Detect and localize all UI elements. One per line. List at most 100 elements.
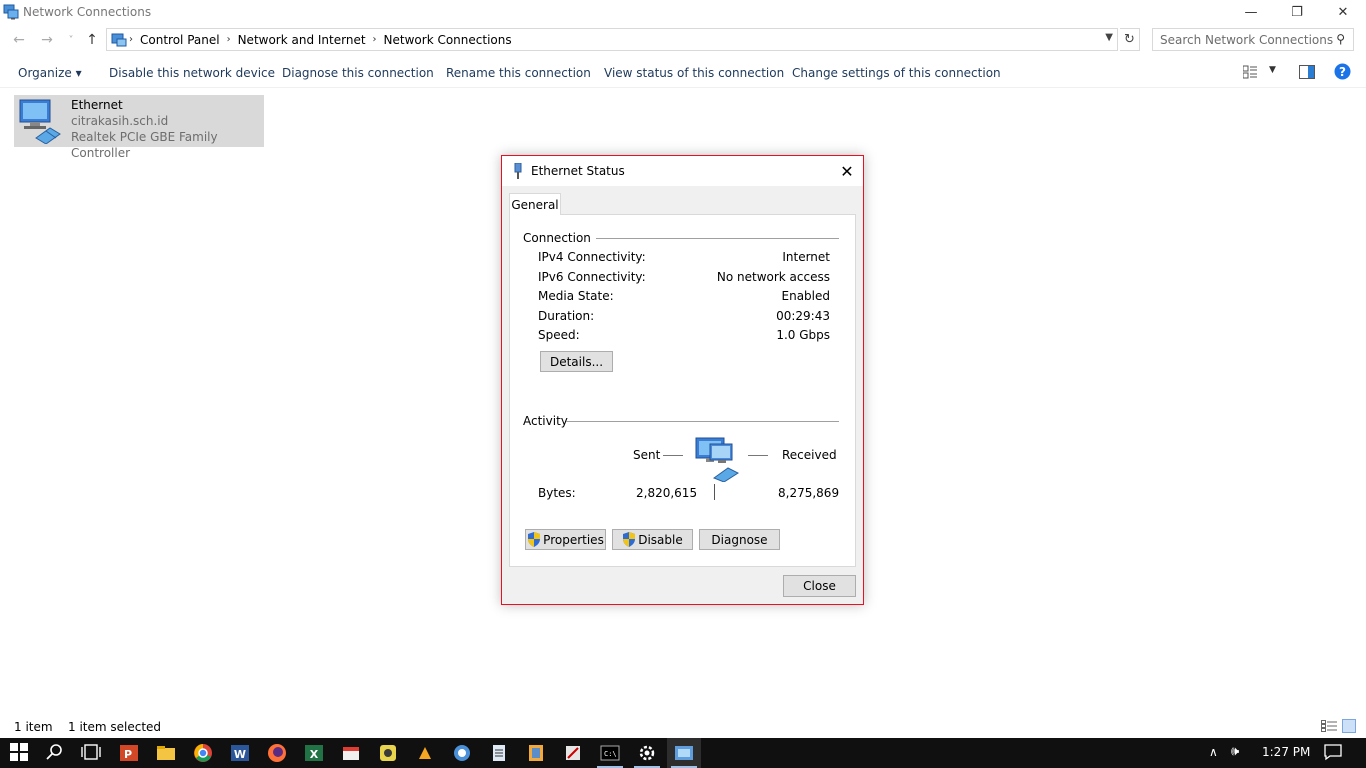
selected-count: 1 item selected bbox=[68, 720, 162, 734]
row-label: Media State: bbox=[538, 289, 614, 303]
network-activity-icon bbox=[694, 436, 744, 483]
sent-label: Sent bbox=[633, 448, 661, 462]
action-center-icon[interactable] bbox=[1324, 743, 1344, 763]
chrome-icon[interactable] bbox=[193, 743, 213, 763]
app-icon[interactable] bbox=[563, 743, 583, 763]
app-icon[interactable] bbox=[526, 743, 546, 763]
app-icon[interactable] bbox=[415, 743, 435, 763]
uac-shield-icon bbox=[528, 532, 541, 547]
row-value: Enabled bbox=[781, 289, 831, 303]
activity-group-label: Activity bbox=[523, 414, 568, 428]
disable-button[interactable]: Disable bbox=[612, 529, 693, 550]
row-value: No network access bbox=[716, 270, 830, 284]
dialog-titlebar: Ethernet Status ✕ bbox=[502, 156, 863, 186]
breadcrumb-network-connections[interactable]: Network Connections bbox=[384, 33, 512, 47]
show-hidden-icons-button[interactable]: ∧ bbox=[1209, 745, 1218, 759]
view-status-button[interactable]: View status of this connection bbox=[604, 66, 784, 80]
up-button[interactable]: ↑ bbox=[83, 30, 101, 50]
properties-button[interactable]: Properties bbox=[525, 529, 606, 550]
row-value: 00:29:43 bbox=[776, 309, 830, 323]
windows-start-icon[interactable] bbox=[10, 743, 30, 763]
change-settings-button[interactable]: Change settings of this connection bbox=[792, 66, 1001, 80]
view-dropdown-icon[interactable]: ▼ bbox=[1269, 65, 1276, 75]
app-icon[interactable] bbox=[341, 743, 361, 763]
connection-group-label: Connection bbox=[523, 231, 591, 245]
disable-label: Disable bbox=[638, 532, 683, 547]
properties-label: Properties bbox=[543, 532, 604, 547]
svg-text:?: ? bbox=[1339, 65, 1346, 79]
forward-button[interactable]: → bbox=[38, 30, 56, 50]
ethernet-plug-icon bbox=[513, 162, 523, 179]
search-icon: ⚲ bbox=[1336, 32, 1345, 46]
tab-general[interactable]: General bbox=[509, 193, 561, 215]
app-icon[interactable] bbox=[452, 743, 472, 763]
breadcrumb-control-panel[interactable]: Control Panel bbox=[140, 33, 220, 47]
view-options-icon[interactable] bbox=[1242, 65, 1257, 79]
settings-gear-icon[interactable] bbox=[637, 743, 657, 763]
window-title: Network Connections bbox=[23, 5, 152, 19]
address-bar[interactable]: › Control Panel › Network and Internet ›… bbox=[106, 28, 1118, 51]
search-placeholder: Search Network Connections bbox=[1160, 32, 1334, 47]
breadcrumb-separator: › bbox=[226, 34, 231, 45]
restore-button[interactable]: ❐ bbox=[1274, 0, 1320, 24]
bytes-received-value: 8,275,869 bbox=[778, 486, 840, 500]
row-ipv6: IPv6 Connectivity: No network access bbox=[538, 270, 830, 284]
minimize-button[interactable]: — bbox=[1228, 0, 1274, 24]
list-item-ethernet[interactable]: Ethernet citrakasih.sch.id Realtek PCIe … bbox=[14, 95, 264, 160]
control-panel-icon bbox=[111, 32, 127, 48]
sent-line bbox=[663, 455, 683, 456]
search-icon[interactable] bbox=[46, 743, 66, 763]
details-button[interactable]: Details... bbox=[540, 351, 613, 372]
excel-icon[interactable]: X bbox=[304, 743, 324, 763]
row-duration: Duration: 00:29:43 bbox=[538, 309, 830, 323]
diagnose-connection-button[interactable]: Diagnose this connection bbox=[282, 66, 434, 80]
row-value: 1.0 Gbps bbox=[776, 328, 830, 342]
breadcrumb-separator: › bbox=[129, 34, 133, 45]
preview-pane-icon[interactable] bbox=[1299, 65, 1315, 79]
close-window-button[interactable]: ✕ bbox=[1320, 0, 1366, 24]
search-input[interactable]: Search Network Connections ⚲ bbox=[1152, 28, 1354, 51]
rename-connection-button[interactable]: Rename this connection bbox=[446, 66, 591, 80]
svg-text:C:\: C:\ bbox=[604, 750, 617, 758]
dialog-close-icon[interactable]: ✕ bbox=[837, 161, 857, 181]
ethernet-status-dialog: Ethernet Status ✕ General Connection IPv… bbox=[501, 155, 864, 605]
command-prompt-icon[interactable]: C:\ bbox=[600, 743, 620, 763]
clock[interactable]: 1:27 PM bbox=[1262, 745, 1310, 759]
item-count: 1 item bbox=[14, 720, 53, 734]
row-speed: Speed: 1.0 Gbps bbox=[538, 328, 830, 342]
chevron-down-icon[interactable]: ▼ bbox=[1105, 32, 1113, 43]
volume-icon[interactable]: 🕪 bbox=[1231, 744, 1239, 759]
breadcrumb-network-and-internet[interactable]: Network and Internet bbox=[238, 33, 366, 47]
ethernet-adapter-icon bbox=[18, 98, 64, 145]
activity-divider bbox=[714, 484, 715, 500]
task-view-icon[interactable] bbox=[81, 743, 101, 763]
item-domain: citrakasih.sch.id bbox=[71, 114, 169, 128]
organize-button[interactable]: Organize ▾ bbox=[18, 66, 82, 80]
row-value: Internet bbox=[782, 250, 830, 264]
address-row: ← → ˅ ↑ › Control Panel › Network and In… bbox=[0, 28, 1366, 52]
item-name: Ethernet bbox=[71, 98, 123, 112]
recent-locations-button[interactable]: ˅ bbox=[62, 30, 80, 50]
svg-text:X: X bbox=[310, 748, 319, 761]
svg-text:W: W bbox=[234, 748, 246, 761]
disable-device-button[interactable]: Disable this network device bbox=[109, 66, 275, 80]
taskbar: P W X C:\ ∧ 🕪 1:27 PM bbox=[0, 738, 1366, 768]
file-explorer-icon[interactable] bbox=[156, 743, 176, 763]
diagnose-button[interactable]: Diagnose bbox=[699, 529, 780, 550]
received-line bbox=[748, 455, 768, 456]
back-button[interactable]: ← bbox=[10, 30, 28, 50]
notepad-icon[interactable] bbox=[489, 743, 509, 763]
details-view-icon[interactable] bbox=[1321, 720, 1337, 732]
word-icon[interactable]: W bbox=[230, 743, 250, 763]
firefox-icon[interactable] bbox=[267, 743, 287, 763]
help-icon[interactable]: ? bbox=[1334, 63, 1351, 80]
refresh-button[interactable]: ↻ bbox=[1120, 28, 1140, 51]
breadcrumb-separator: › bbox=[372, 34, 377, 45]
row-media-state: Media State: Enabled bbox=[538, 289, 830, 303]
app-icon[interactable] bbox=[378, 743, 398, 763]
close-button[interactable]: Close bbox=[783, 575, 856, 597]
network-connections-icon bbox=[3, 4, 19, 20]
large-icons-view-icon[interactable] bbox=[1342, 719, 1356, 733]
powerpoint-icon[interactable]: P bbox=[119, 743, 139, 763]
general-panel: Connection IPv4 Connectivity: Internet I… bbox=[509, 214, 856, 567]
